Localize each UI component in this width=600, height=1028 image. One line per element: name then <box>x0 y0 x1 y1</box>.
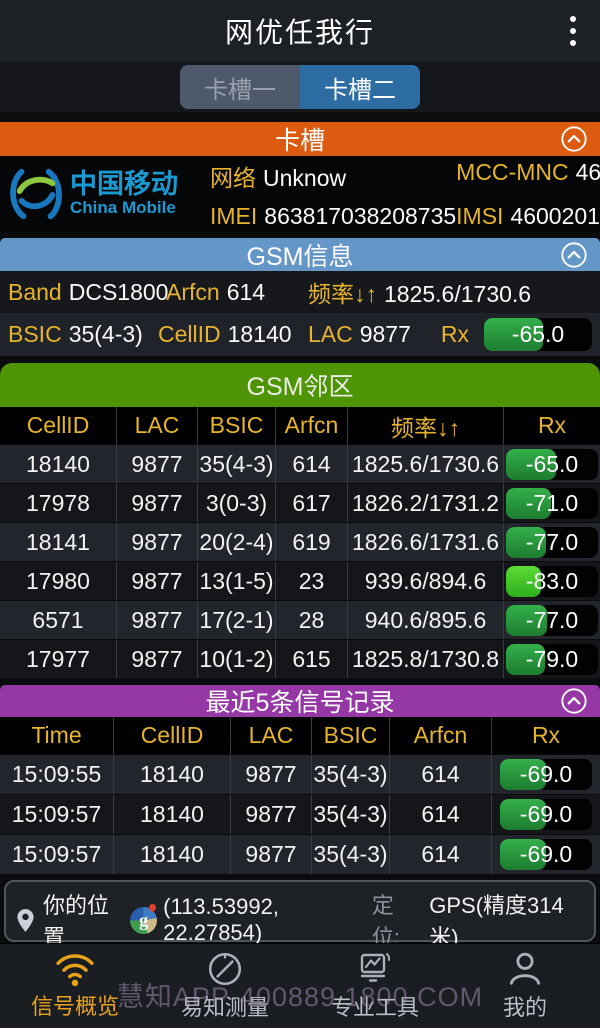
gsm-section-header: GSM信息 <box>0 238 600 271</box>
table-row: 17980 9877 13(1-5) 23 939.6/894.6 -83.0 <box>0 561 600 600</box>
imei-field: IMEI863817038208735 <box>210 203 456 230</box>
records-section-title: 最近5条信号记录 <box>206 683 395 719</box>
imsi-field: IMSI460020114654836 <box>456 203 600 230</box>
collapse-chevron-icon[interactable] <box>560 241 588 269</box>
china-mobile-logo-icon <box>8 164 66 224</box>
records-section-header: 最近5条信号记录 <box>0 685 600 717</box>
operator-name-cn: 中国移动 <box>70 170 178 198</box>
page-title: 网优任我行 <box>225 11 375 51</box>
rx-signal-badge: -69.0 <box>492 835 600 874</box>
rx-signal-badge: -83.0 <box>504 562 600 600</box>
table-row: 15:09:55 18140 9877 35(4-3) 614 -69.0 <box>0 754 600 794</box>
rx-signal-badge: -69.0 <box>492 755 600 794</box>
wifi-icon <box>54 951 96 987</box>
tab-slot-2[interactable]: 卡槽二 <box>300 65 420 109</box>
table-row: 18141 9877 20(2-4) 619 1826.6/1731.6 -77… <box>0 522 600 561</box>
overflow-menu-icon[interactable] <box>566 12 580 50</box>
table-row: 15:09:57 18140 9877 35(4-3) 614 -69.0 <box>0 834 600 874</box>
records-table-header: Time CellID LAC BSIC Arfcn Rx <box>0 717 600 754</box>
mccmnc-field: MCC-MNC460-02 <box>456 159 600 193</box>
rx-signal-badge: -69.0 <box>492 795 600 834</box>
collapse-chevron-icon[interactable] <box>560 125 588 153</box>
app-root: 网优任我行 卡槽一 卡槽二 卡槽 中国移动 China Mobile <box>0 0 600 1028</box>
lac-field: LAC9877 <box>308 321 441 348</box>
gsm-section-title: GSM信息 <box>247 237 354 273</box>
neighbors-section-title: GSM邻区 <box>247 367 354 403</box>
nav-item-me[interactable]: 我的 <box>450 944 600 1028</box>
location-panel: 你的位置 g (113.53992, 22.27854) 定位: GPS(精度3… <box>4 880 596 942</box>
network-field: 网络Unknow <box>210 159 456 193</box>
operator-name-en: China Mobile <box>70 198 178 218</box>
location-pin-icon <box>16 908 35 933</box>
rx-signal-badge: -65.0 <box>504 445 600 483</box>
table-row: 17978 9877 3(0-3) 617 1826.2/1731.2 -71.… <box>0 483 600 522</box>
band-field: BandDCS1800 <box>8 279 166 306</box>
table-row: 15:09:57 18140 9877 35(4-3) 614 -69.0 <box>0 794 600 834</box>
rx-signal-badge: -65.0 <box>484 318 592 351</box>
rx-signal-badge: -77.0 <box>504 523 600 561</box>
nav-item-pro-tools[interactable]: 专业工具 <box>300 944 450 1028</box>
neighbors-section-header: GSM邻区 <box>0 363 600 407</box>
speedometer-icon <box>206 950 244 988</box>
collapse-chevron-icon[interactable] <box>560 687 588 715</box>
cellid-field: CellID18140 <box>158 321 308 348</box>
table-row: 6571 9877 17(2-1) 28 940.6/895.6 -77.0 <box>0 600 600 639</box>
gsm-info-row-2: BSIC35(4-3) CellID18140 LAC9877 Rx -65.0 <box>0 313 600 356</box>
neighbors-table-header: CellID LAC BSIC Arfcn 频率↓↑ Rx <box>0 407 600 444</box>
arfcn-field: Arfcn614 <box>166 279 308 306</box>
location-coordinates: (113.53992, 22.27854) <box>163 894 372 946</box>
rx-signal-badge: -71.0 <box>504 484 600 522</box>
test-device-icon <box>354 950 396 988</box>
nav-item-signal-overview[interactable]: 信号概览 <box>0 944 150 1028</box>
table-row: 17977 9877 10(1-2) 615 1825.8/1730.8 -79… <box>0 639 600 678</box>
rx-signal-badge: -77.0 <box>504 601 600 639</box>
gsm-info-row-1: BandDCS1800 Arfcn614 频率↓↑1825.6/1730.6 <box>0 271 600 313</box>
bottom-nav: 信号概览 易知测量 专业工具 我的 <box>0 943 600 1028</box>
rx-field: Rx -65.0 <box>441 318 592 351</box>
freq-field: 频率↓↑1825.6/1730.6 <box>308 275 592 309</box>
nav-item-measure[interactable]: 易知测量 <box>150 944 300 1028</box>
records-table: Time CellID LAC BSIC Arfcn Rx 15:09:55 1… <box>0 717 600 874</box>
rx-signal-badge: -79.0 <box>504 640 600 678</box>
bsic-field: BSIC35(4-3) <box>8 321 158 348</box>
table-row: 18140 9877 35(4-3) 614 1825.6/1730.6 -65… <box>0 444 600 483</box>
sim-slot-tabbar: 卡槽一 卡槽二 <box>0 62 600 112</box>
sim-info-panel: 中国移动 China Mobile 网络Unknow MCC-MNC460-02… <box>0 156 600 232</box>
sim-section-title: 卡槽 <box>275 121 325 157</box>
title-bar: 网优任我行 <box>0 0 600 62</box>
tab-slot-1[interactable]: 卡槽一 <box>180 65 300 109</box>
map-app-icon[interactable]: g <box>130 907 157 934</box>
sim-section-header: 卡槽 <box>0 122 600 156</box>
operator-logo: 中国移动 China Mobile <box>8 164 210 224</box>
neighbors-table: CellID LAC BSIC Arfcn 频率↓↑ Rx 18140 9877… <box>0 407 600 678</box>
person-icon <box>506 950 544 988</box>
